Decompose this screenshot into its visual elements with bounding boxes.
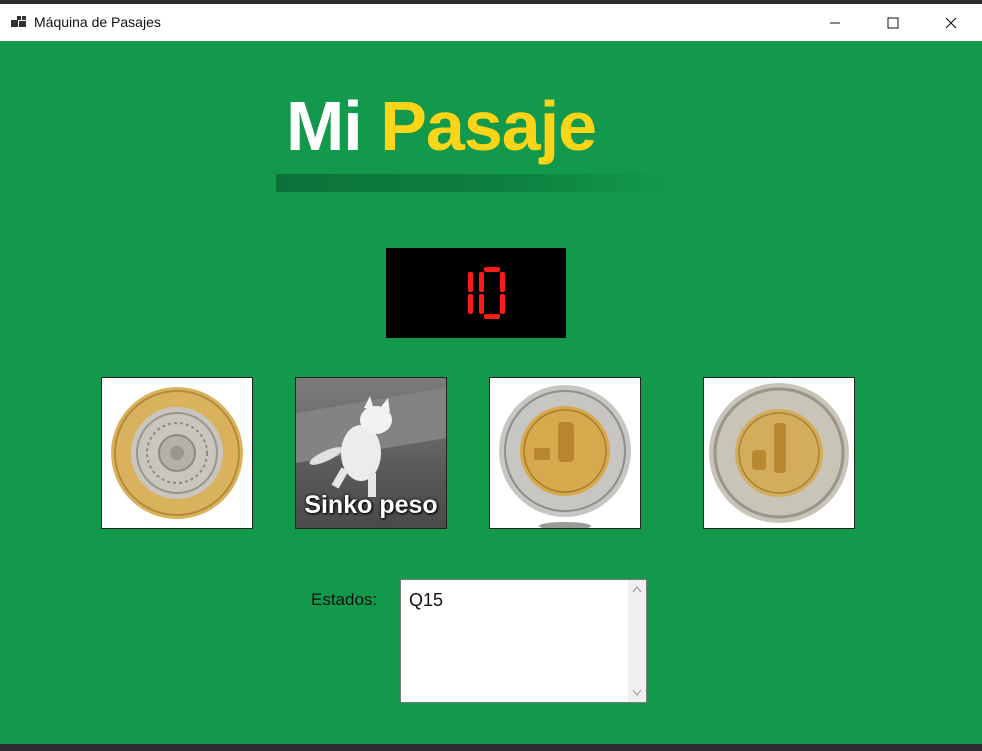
display-segment bbox=[500, 294, 505, 314]
five-peso-meme-button[interactable]: Sinko peso bbox=[295, 377, 447, 529]
one-peso-coin-button[interactable] bbox=[703, 377, 855, 529]
display-segment bbox=[468, 272, 473, 292]
status-textbox[interactable]: Q15 bbox=[400, 579, 647, 703]
close-button[interactable] bbox=[922, 4, 980, 41]
logo-mi: Mi bbox=[286, 87, 363, 165]
ten-peso-coin-button[interactable] bbox=[101, 377, 253, 529]
credit-display: 10 bbox=[386, 248, 566, 338]
screen-bottom-edge bbox=[0, 744, 982, 751]
title-bar[interactable]: Máquina de Pasajes bbox=[0, 4, 982, 41]
scroll-down-icon[interactable] bbox=[628, 684, 646, 702]
logo-pasaje: Pasaje bbox=[380, 87, 597, 165]
status-label: Estados: bbox=[311, 590, 378, 609]
display-segment bbox=[468, 294, 473, 314]
display-segment bbox=[484, 314, 500, 319]
minimize-icon bbox=[830, 22, 840, 23]
meme-caption: Sinko peso bbox=[304, 491, 438, 519]
close-icon bbox=[945, 17, 957, 28]
display-digit bbox=[479, 267, 505, 319]
maximize-button[interactable] bbox=[864, 4, 922, 41]
display-segment bbox=[479, 294, 484, 314]
app-window-icon bbox=[11, 16, 26, 27]
one-peso-coin-icon bbox=[709, 383, 849, 523]
ten-peso-coin-icon bbox=[111, 387, 243, 519]
two-peso-coin-button[interactable] bbox=[489, 377, 641, 529]
scroll-up-icon[interactable] bbox=[628, 580, 646, 598]
logo-underline bbox=[276, 174, 672, 192]
app-window: Máquina de Pasajes Mi Pasaje 10 bbox=[0, 4, 982, 744]
maximize-icon bbox=[887, 17, 899, 28]
credit-display-value: 10 bbox=[476, 293, 477, 294]
display-digit bbox=[447, 267, 473, 319]
logo: Mi Pasaje bbox=[286, 86, 597, 166]
display-segment bbox=[484, 267, 500, 272]
status-scrollbar[interactable] bbox=[628, 580, 646, 702]
display-segment bbox=[479, 272, 484, 292]
status-value: Q15 bbox=[409, 590, 444, 610]
display-segment bbox=[500, 272, 505, 292]
two-peso-coin-icon bbox=[499, 385, 631, 528]
window-title: Máquina de Pasajes bbox=[34, 14, 161, 30]
minimize-button[interactable] bbox=[806, 4, 864, 41]
